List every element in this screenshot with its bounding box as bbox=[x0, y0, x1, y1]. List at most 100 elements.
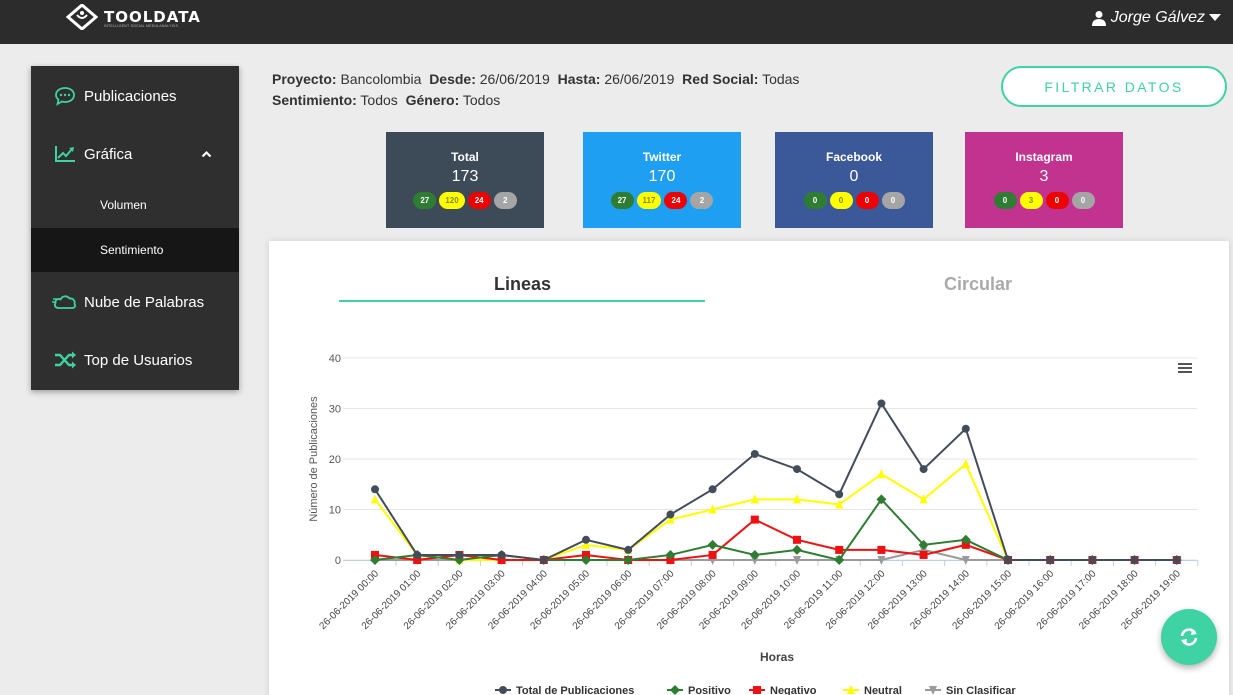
badge-sin-clasificar: 0 bbox=[881, 192, 905, 209]
sidebar-item-nube-de-palabras[interactable]: Nube de Palabras bbox=[31, 282, 239, 322]
card-title: Twitter bbox=[642, 150, 682, 164]
data-point-total-de-publicaciones bbox=[1088, 556, 1097, 564]
badge-neutral: 117 bbox=[636, 192, 662, 209]
data-point-negativo bbox=[877, 545, 886, 554]
badge-positivo: 0 bbox=[993, 192, 1017, 209]
line-chart: 01020304026-06-2019 00:0026-06-2019 01:0… bbox=[308, 353, 1199, 695]
series-line-negativo bbox=[374, 518, 1177, 562]
legend-marker-total-de-publicaciones bbox=[499, 686, 507, 694]
refresh-button[interactable] bbox=[1161, 609, 1217, 665]
user-menu[interactable]: Jorge Gálvez bbox=[1091, 9, 1221, 27]
card-title: Total bbox=[451, 150, 479, 164]
sentiment-badges: 27 117 24 2 bbox=[583, 192, 741, 209]
caret-down-icon bbox=[1209, 14, 1221, 21]
legend-marker-negativo bbox=[753, 686, 761, 694]
data-point-total-de-publicaciones bbox=[582, 535, 590, 544]
legend-item-positivo: Positivo bbox=[688, 685, 731, 695]
data-point-total-de-publicaciones bbox=[1130, 556, 1139, 564]
refresh-icon bbox=[1180, 628, 1198, 646]
y-tick-label: 0 bbox=[335, 555, 341, 567]
user-icon bbox=[1091, 11, 1106, 26]
card-value: 170 bbox=[648, 168, 676, 185]
legend-marker-positivo bbox=[670, 685, 680, 695]
badge-positivo: 27 bbox=[610, 192, 634, 209]
data-point-positivo bbox=[749, 549, 760, 560]
badge-sin-clasificar: 0 bbox=[1071, 192, 1095, 209]
sidebar-subitem-volumen[interactable]: Volumen bbox=[31, 184, 239, 226]
logo-subtitle: INTELLIGENT SOCIAL MEDIA ANALYSIS bbox=[104, 24, 179, 28]
x-axis-title: Horas bbox=[760, 650, 794, 664]
filter-sentimiento-value: Todos bbox=[360, 92, 398, 108]
filter-label: Proyecto: bbox=[272, 71, 337, 87]
data-point-total-de-publicaciones bbox=[413, 550, 422, 559]
sentiment-badges: 0 0 0 0 bbox=[775, 192, 933, 209]
data-point-total-de-publicaciones bbox=[919, 465, 928, 474]
filter-label: Hasta: bbox=[557, 71, 601, 87]
filter-genero-value: Todos bbox=[462, 92, 501, 108]
badge-neutral: 0 bbox=[829, 192, 853, 209]
chevron-up-icon bbox=[201, 150, 212, 158]
data-point-negativo bbox=[919, 550, 928, 559]
data-point-total-de-publicaciones bbox=[371, 485, 379, 494]
sidebar-item-top-de-usuarios[interactable]: Top de Usuarios bbox=[31, 340, 239, 380]
sidebar-item-publicaciones[interactable]: Publicaciones bbox=[31, 76, 239, 116]
data-point-total-de-publicaciones bbox=[1004, 556, 1012, 564]
y-tick-label: 40 bbox=[329, 353, 341, 365]
logo[interactable]: TOOLDATA INTELLIGENT SOCIAL MEDIA ANALYS… bbox=[66, 0, 201, 34]
data-point-total-de-publicaciones bbox=[497, 550, 506, 559]
stat-card-instagram[interactable]: Instagram 3 0 3 0 0 bbox=[965, 132, 1123, 228]
data-point-total-de-publicaciones bbox=[666, 510, 675, 519]
card-title: Instagram bbox=[1015, 150, 1073, 164]
data-point-negativo bbox=[835, 545, 844, 554]
badge-negativo: 0 bbox=[1045, 192, 1069, 209]
data-point-negativo bbox=[793, 535, 801, 544]
filter-label: Desde: bbox=[429, 71, 476, 87]
data-point-total-de-publicaciones bbox=[961, 424, 970, 433]
data-point-negativo bbox=[708, 550, 717, 559]
y-tick-label: 30 bbox=[329, 404, 341, 416]
sidebar-subitem-sentimiento[interactable]: Sentimiento bbox=[31, 228, 239, 272]
badge-positivo: 0 bbox=[803, 192, 827, 209]
stat-card-facebook[interactable]: Facebook 0 0 0 0 0 bbox=[775, 132, 933, 228]
y-axis-title: Número de Publicaciones bbox=[308, 396, 320, 522]
badge-negativo: 24 bbox=[664, 192, 688, 209]
data-point-neutral bbox=[961, 459, 970, 469]
card-value: 0 bbox=[849, 168, 859, 185]
data-point-total-de-publicaciones bbox=[1172, 556, 1181, 564]
card-value: 173 bbox=[451, 168, 479, 185]
stat-card-total[interactable]: Total 173 27 120 24 2 bbox=[386, 132, 544, 228]
filtrar-datos-button[interactable]: FILTRAR DATOS bbox=[1001, 66, 1227, 107]
data-point-total-de-publicaciones bbox=[793, 465, 801, 474]
data-point-total-de-publicaciones bbox=[455, 550, 464, 559]
data-point-positivo bbox=[707, 539, 718, 550]
series-line-total-de-publicaciones bbox=[374, 401, 1177, 562]
shuffle-icon bbox=[52, 350, 78, 370]
data-point-neutral bbox=[371, 494, 379, 504]
filter-hasta-value: 26/06/2019 bbox=[604, 71, 675, 87]
filter-proyecto-value: Bancolombia bbox=[340, 71, 422, 87]
filter-label: Red Social: bbox=[682, 71, 759, 87]
sidebar: Publicaciones Gráfica Volumen Sentimient… bbox=[31, 66, 239, 390]
data-point-total-de-publicaciones bbox=[877, 399, 886, 408]
user-name: Jorge Gálvez bbox=[1110, 9, 1205, 26]
top-bar: TOOLDATA INTELLIGENT SOCIAL MEDIA ANALYS… bbox=[0, 0, 1233, 44]
stat-card-twitter[interactable]: Twitter 170 27 117 24 2 bbox=[583, 132, 741, 228]
data-point-total-de-publicaciones bbox=[624, 545, 633, 554]
data-point-neutral bbox=[877, 469, 886, 479]
sidebar-item-label: Nube de Palabras bbox=[84, 293, 205, 311]
filter-label: Sentimiento: bbox=[272, 92, 357, 108]
cloud-icon bbox=[52, 292, 78, 312]
series-line-neutral bbox=[374, 462, 1177, 561]
sidebar-item-grafica[interactable]: Gráfica bbox=[31, 134, 239, 174]
filter-desde-value: 26/06/2019 bbox=[479, 71, 550, 87]
filter-summary: Proyecto: Bancolombia Desde: 26/06/2019 … bbox=[272, 69, 799, 111]
filter-label: Género: bbox=[405, 92, 460, 108]
badge-sin-clasificar: 2 bbox=[690, 192, 714, 209]
sidebar-item-label: Gráfica bbox=[84, 145, 133, 163]
data-point-positivo bbox=[792, 544, 802, 555]
card-title: Facebook bbox=[825, 150, 882, 164]
legend-item-neutral: Neutral bbox=[864, 685, 902, 695]
legend-item-sin-clasificar: Sin Clasificar bbox=[946, 685, 1016, 695]
data-point-total-de-publicaciones bbox=[750, 449, 759, 458]
chart-panel: Lineas Circular 0 10 20 30 40 26-06-2019 00:0… bbox=[269, 241, 1229, 695]
